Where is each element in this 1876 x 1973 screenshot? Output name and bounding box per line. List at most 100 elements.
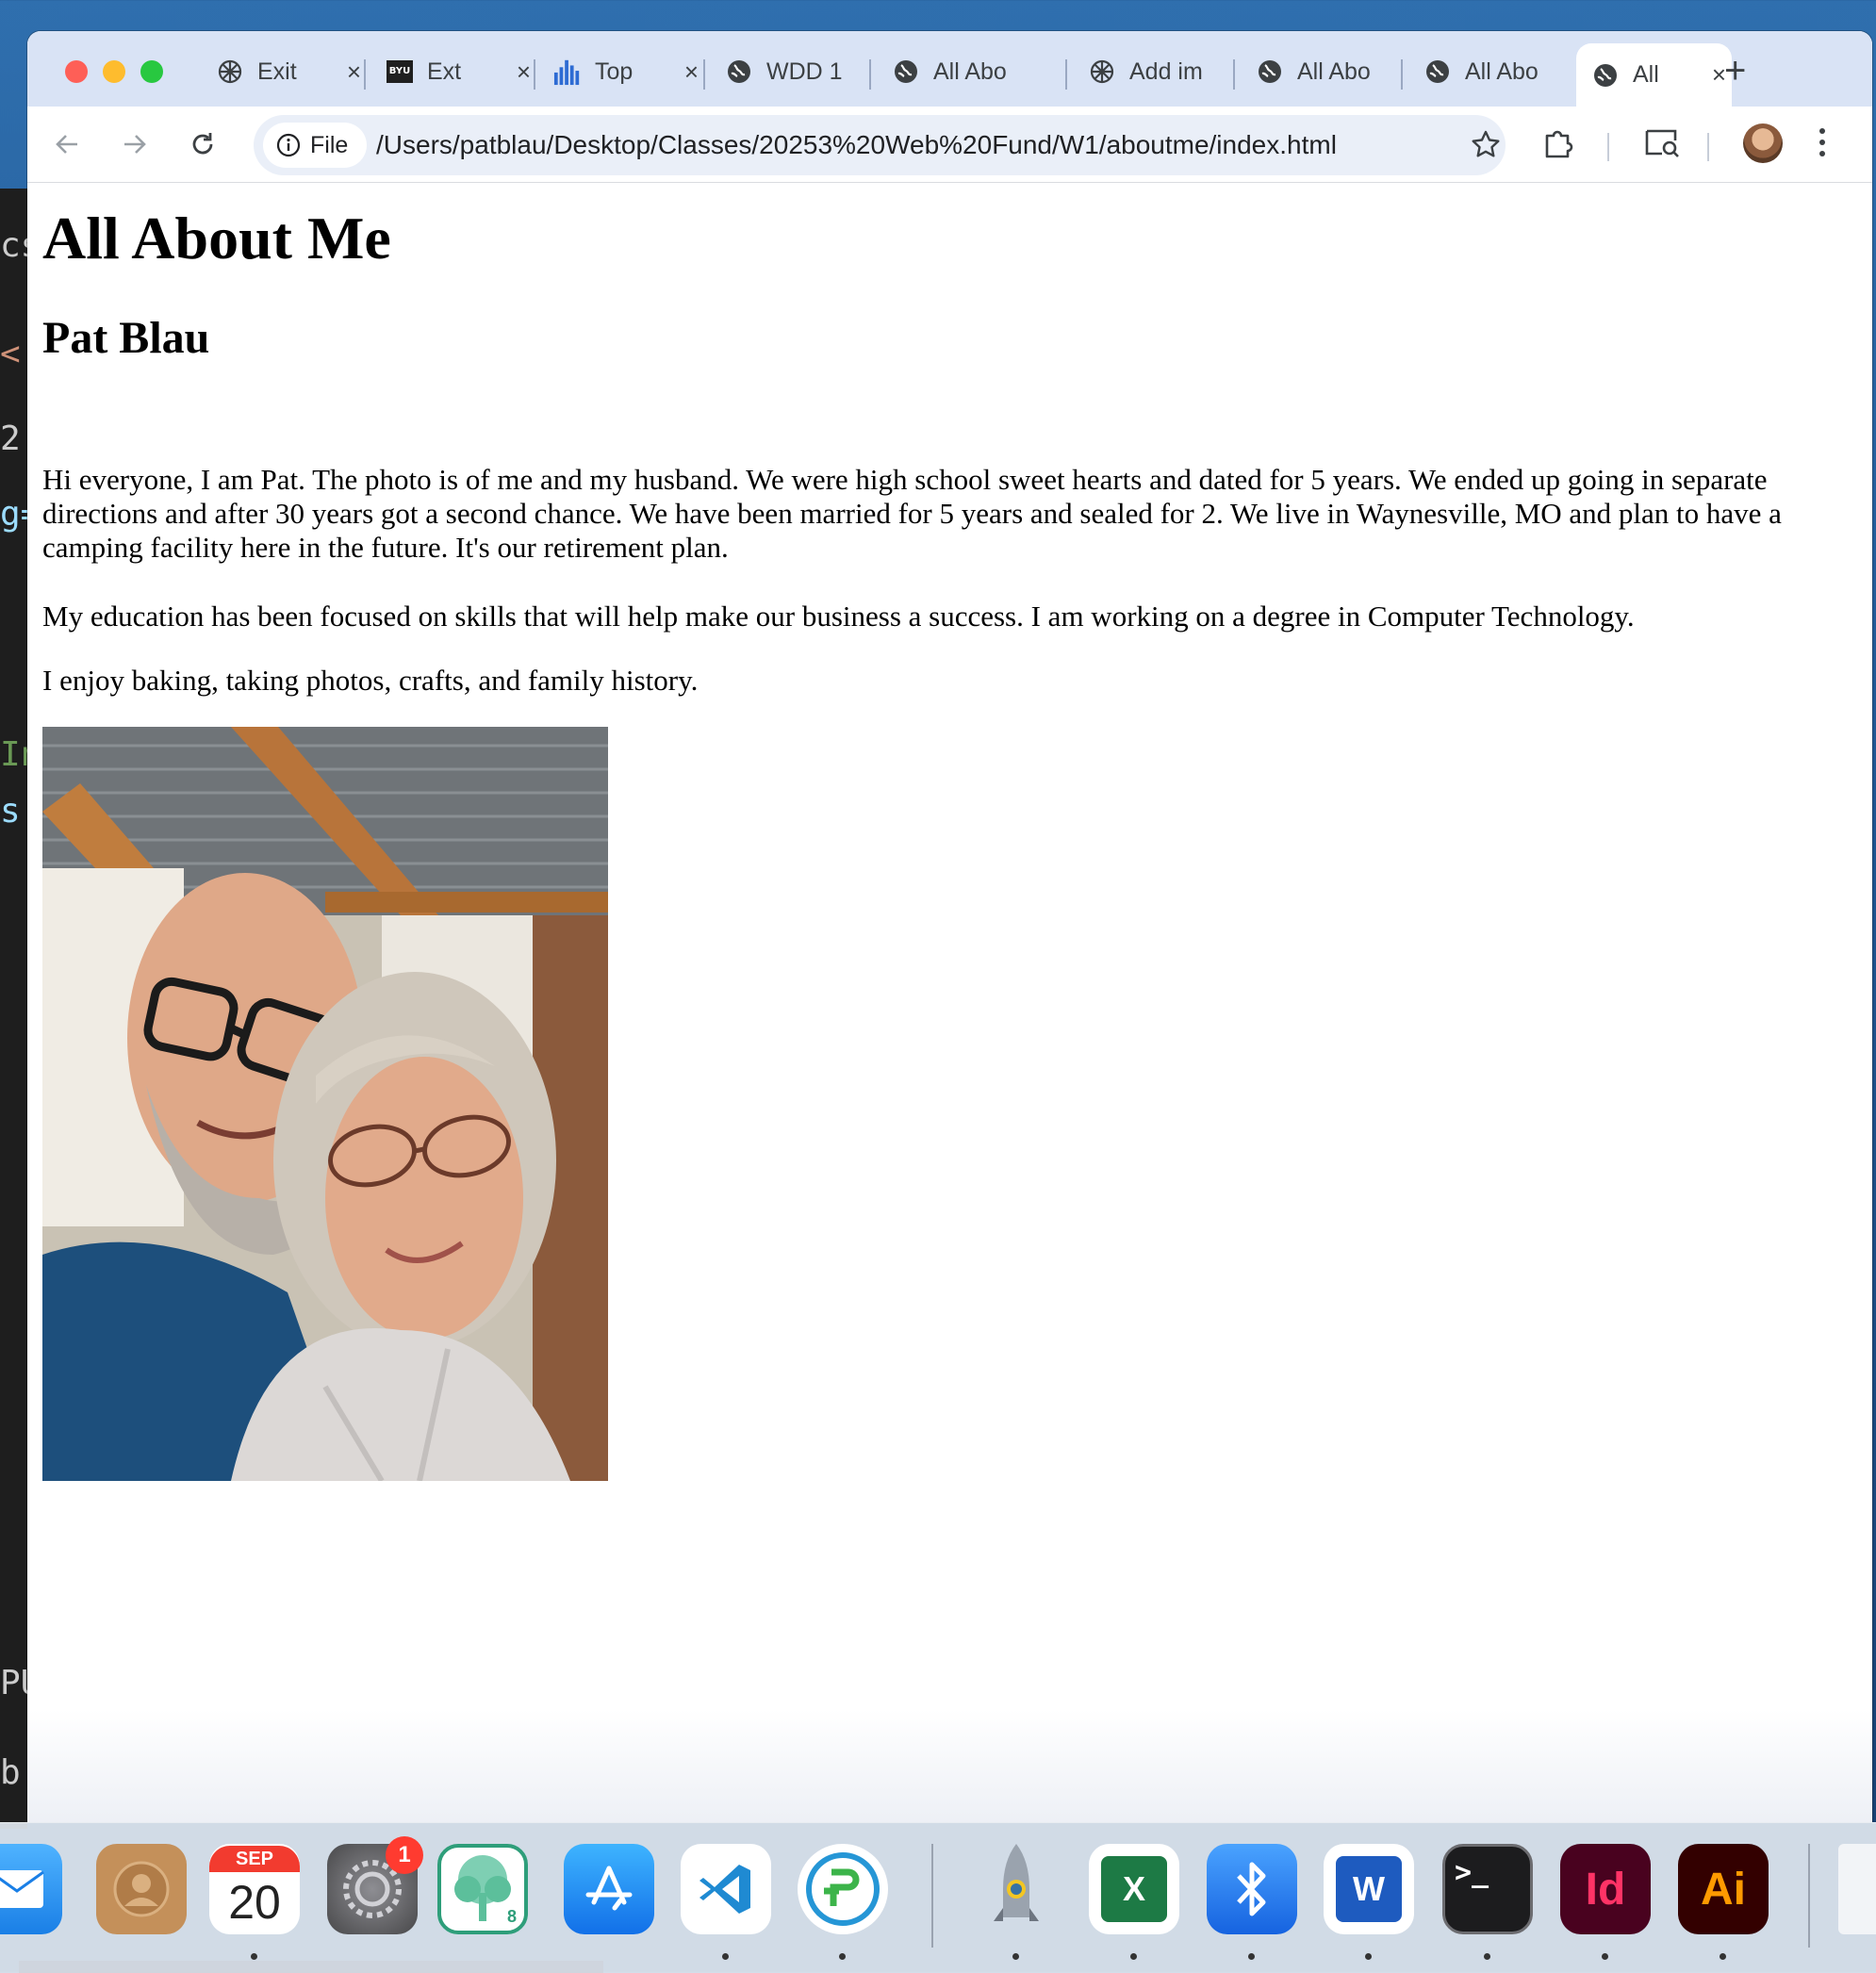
reload-button[interactable]: [186, 127, 220, 161]
tab-label: All Abo: [1297, 58, 1371, 85]
tab-search-icon: [1645, 129, 1679, 157]
indesign-app-icon[interactable]: Id: [1560, 1844, 1651, 1934]
tab-ext[interactable]: BYU Ext ×: [386, 43, 536, 100]
extensions-button[interactable]: [1540, 125, 1576, 166]
tab-label: Ext: [427, 58, 462, 85]
profile-avatar[interactable]: [1743, 123, 1783, 163]
tab-all-about-2[interactable]: All Abo: [1256, 43, 1407, 100]
contacts-app-icon[interactable]: [96, 1844, 187, 1934]
tab-strip: Exit × BYU Ext × Top × WDD 1 All Abo Add…: [27, 31, 1872, 107]
editor-fragment: b: [0, 1753, 21, 1792]
illustrator-app-icon[interactable]: Ai: [1678, 1844, 1769, 1934]
remote-app-icon[interactable]: [798, 1844, 888, 1934]
reload-icon: [192, 133, 213, 155]
globe-icon: [1256, 58, 1284, 86]
editor-fragment: 2: [0, 419, 21, 458]
app-store-icon[interactable]: [564, 1844, 654, 1934]
puzzle-icon: [1545, 130, 1573, 158]
tab-divider: [534, 59, 535, 90]
tab-label: All Abo: [1465, 58, 1539, 85]
calendar-app-icon[interactable]: SEP 20: [209, 1844, 300, 1934]
globe-icon: [725, 58, 753, 86]
site-info-chip[interactable]: File: [263, 123, 368, 168]
couple-photo: [42, 727, 608, 1481]
close-icon[interactable]: ×: [679, 58, 704, 87]
intro-paragraph: Hi everyone, I am Pat. The photo is of m…: [42, 463, 1782, 564]
globe-icon: [1423, 58, 1452, 86]
tab-top[interactable]: Top ×: [553, 43, 704, 100]
mail-app-icon[interactable]: [0, 1844, 62, 1934]
running-indicator: [1602, 1953, 1608, 1960]
tab-wdd[interactable]: WDD 1: [725, 43, 876, 100]
tab-exit[interactable]: Exit ×: [216, 43, 367, 100]
notification-badge: 1: [386, 1836, 423, 1874]
zoom-window-button[interactable]: [140, 60, 163, 83]
system-settings-app-icon[interactable]: 1: [327, 1836, 423, 1934]
editor-fragment: <: [0, 335, 21, 373]
tab-all-about-3[interactable]: All Abo: [1423, 43, 1565, 100]
downloads-stack-icon[interactable]: [1838, 1844, 1876, 1934]
word-app-icon[interactable]: W: [1324, 1844, 1414, 1934]
arrow-right-icon: [124, 135, 146, 154]
bluetooth-app-icon[interactable]: [1207, 1844, 1297, 1934]
search-tab-button[interactable]: [1643, 125, 1681, 166]
vscode-app-icon[interactable]: [681, 1844, 771, 1934]
openai-icon: [216, 58, 244, 86]
tree-count: 8: [506, 1907, 517, 1926]
editor-fragment: s: [0, 792, 21, 830]
more-menu-button[interactable]: [1817, 123, 1828, 166]
illustrator-label: Ai: [1701, 1864, 1746, 1915]
byu-idaho-icon: BYU: [386, 58, 414, 86]
openai-icon: [1088, 58, 1116, 86]
bar-chart-icon: [553, 58, 582, 86]
tab-label: All Abo: [933, 58, 1007, 85]
background-editor-window: cs < 2 g= In s PU b: [0, 189, 27, 1829]
back-button[interactable]: [50, 127, 84, 161]
dock-separator: [931, 1844, 933, 1948]
address-bar[interactable]: File /Users/patblau/Desktop/Classes/2025…: [254, 115, 1506, 175]
tab-label: All: [1633, 61, 1659, 88]
tab-all-about-active[interactable]: All ×: [1576, 43, 1732, 107]
page-content: All About Me Pat Blau Hi everyone, I am …: [27, 183, 1872, 1822]
running-indicator: [1130, 1953, 1137, 1960]
toolbar-divider: [1607, 133, 1609, 161]
close-icon[interactable]: ×: [341, 58, 367, 87]
tab-all-about-1[interactable]: All Abo: [892, 43, 1043, 100]
tab-divider: [364, 59, 366, 90]
tab-label: Exit: [257, 58, 297, 85]
vertical-dots-icon: [1819, 128, 1825, 156]
excel-letter: X: [1101, 1856, 1167, 1922]
info-icon: [276, 133, 301, 157]
terminal-app-icon[interactable]: >_: [1442, 1844, 1533, 1934]
editor-fragment: g=: [0, 495, 27, 534]
terminal-prompt: >_: [1455, 1856, 1489, 1889]
running-indicator: [839, 1953, 846, 1960]
toolbar-divider: [1707, 133, 1709, 161]
tab-divider: [703, 59, 705, 90]
site-info-label: File: [310, 131, 349, 158]
editor-fragment: PU: [0, 1664, 27, 1702]
family-tree-app-icon[interactable]: 8: [437, 1844, 528, 1934]
bookmark-star-icon[interactable]: [1470, 128, 1502, 165]
macos-dock: SEP 20 1 8 X W >_ Id Ai: [0, 1822, 1876, 1973]
url-text[interactable]: /Users/patblau/Desktop/Classes/20253%20W…: [376, 130, 1337, 160]
close-icon[interactable]: ×: [511, 58, 536, 87]
tab-label: Top: [595, 58, 634, 85]
close-window-button[interactable]: [65, 60, 88, 83]
page-title: All About Me: [42, 205, 391, 271]
author-name: Pat Blau: [42, 313, 210, 363]
running-indicator: [1484, 1953, 1490, 1960]
running-indicator: [1365, 1953, 1372, 1960]
globe-icon: [892, 58, 920, 86]
editor-fragment: In: [0, 735, 27, 774]
dock-separator: [1808, 1844, 1810, 1948]
tab-divider: [1065, 59, 1067, 90]
tab-add-image[interactable]: Add im: [1088, 43, 1239, 100]
word-letter: W: [1336, 1856, 1402, 1922]
excel-app-icon[interactable]: X: [1089, 1844, 1179, 1934]
arrow-left-icon: [56, 135, 77, 154]
forward-button[interactable]: [118, 127, 152, 161]
minimize-window-button[interactable]: [103, 60, 125, 83]
python-launcher-icon[interactable]: [971, 1844, 1061, 1934]
new-tab-button[interactable]: +: [1724, 52, 1746, 90]
